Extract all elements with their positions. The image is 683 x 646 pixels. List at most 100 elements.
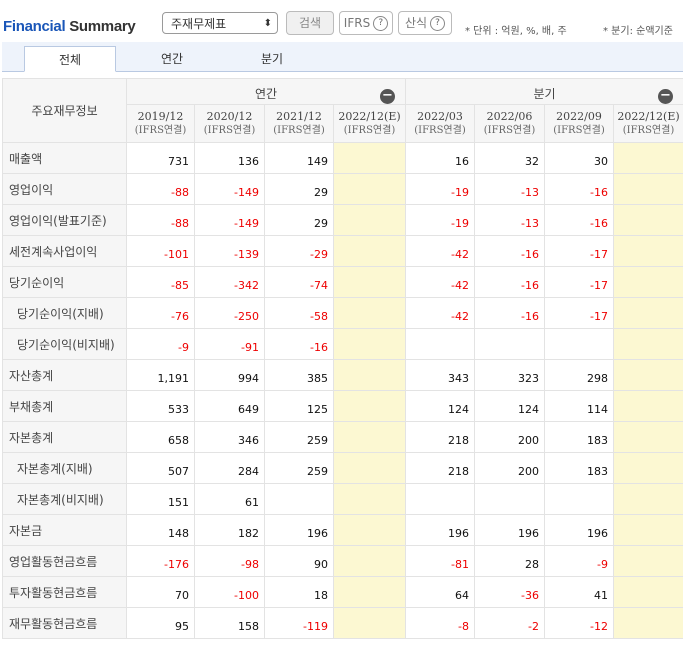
- table-cell: 30: [544, 142, 614, 174]
- table-row: 자본총계 658 346 259 218 200 183: [2, 421, 683, 453]
- toolbar: Financial Summary 주재무제표 ⬍ 검색 IFRS? 산식? *…: [0, 0, 683, 42]
- row-label: 자본총계(지배): [2, 452, 127, 484]
- table-cell: 196: [474, 514, 545, 546]
- table-row: 부채총계 533 649 125 124 124 114: [2, 390, 683, 422]
- table-cell: 16: [405, 142, 475, 174]
- table-cell: 29: [264, 173, 334, 205]
- collapse-annual-icon[interactable]: −: [380, 89, 395, 104]
- brand-summary: Summary: [65, 18, 136, 35]
- row-label: 영업이익: [2, 173, 127, 205]
- table-cell: 124: [474, 390, 545, 422]
- table-cell: -17: [544, 297, 614, 329]
- table-cell: -36: [474, 576, 545, 608]
- row-label: 영업이익(발표기준): [2, 204, 127, 236]
- table-cell: -16: [544, 204, 614, 236]
- period-header: 2019/12 (IFRS연결): [126, 104, 195, 143]
- period-date: 2019/12: [137, 109, 184, 123]
- table-cell: 136: [194, 142, 265, 174]
- period-header: 2022/09 (IFRS연결): [544, 104, 614, 143]
- table-cell: [474, 328, 545, 360]
- search-button[interactable]: 검색: [286, 11, 334, 35]
- period-date: 2022/06: [486, 109, 533, 123]
- table-cell: 183: [544, 421, 614, 453]
- table-cell: 218: [405, 421, 475, 453]
- table-cell: 183: [544, 452, 614, 484]
- table-cell: [333, 390, 406, 422]
- table-cell: -176: [126, 545, 195, 577]
- statement-type-select[interactable]: 주재무제표 ⬍: [162, 12, 278, 34]
- row-label: 투자활동현금흐름: [2, 576, 127, 608]
- table-cell: 124: [405, 390, 475, 422]
- tab-all[interactable]: 전체: [24, 46, 116, 72]
- table-cell: -16: [474, 266, 545, 298]
- table-row: 영업이익 -88 -149 29 -19 -13 -16: [2, 173, 683, 205]
- table-cell: 114: [544, 390, 614, 422]
- quarter-group-label: 분기: [533, 87, 556, 101]
- ifrs-help-button[interactable]: IFRS?: [339, 11, 393, 35]
- table-cell: [613, 204, 683, 236]
- table-cell: 731: [126, 142, 195, 174]
- table-cell: -19: [405, 173, 475, 205]
- table-cell: [405, 328, 475, 360]
- table-cell: -88: [126, 204, 195, 236]
- table-cell: 61: [194, 483, 265, 515]
- table-cell: 182: [194, 514, 265, 546]
- period-date: 2022/03: [417, 109, 463, 123]
- row-label: 재무활동현금흐름: [2, 607, 127, 639]
- table-cell: 90: [264, 545, 334, 577]
- table-cell: -16: [544, 173, 614, 205]
- table-cell: -42: [405, 297, 475, 329]
- table-cell: 200: [474, 452, 545, 484]
- table-row: 투자활동현금흐름 70 -100 18 64 -36 41: [2, 576, 683, 608]
- table-cell: -119: [264, 607, 334, 639]
- table-cell: 994: [194, 359, 265, 391]
- table-cell: [333, 173, 406, 205]
- table-cell: 196: [544, 514, 614, 546]
- table-cell: -42: [405, 266, 475, 298]
- table-cell: -2: [474, 607, 545, 639]
- table-row: 자본금 148 182 196 196 196 196: [2, 514, 683, 546]
- table-cell: -342: [194, 266, 265, 298]
- table-row: 재무활동현금흐름 95 158 -119 -8 -2 -12: [2, 607, 683, 639]
- table-cell: 658: [126, 421, 195, 453]
- statement-type-value: 주재무제표: [171, 17, 227, 31]
- table-cell: [613, 390, 683, 422]
- period-basis: (IFRS연결): [553, 124, 605, 136]
- table-row: 영업이익(발표기준) -88 -149 29 -19 -13 -16: [2, 204, 683, 236]
- table-cell: [333, 452, 406, 484]
- row-label: 매출액: [2, 142, 127, 174]
- period-header: 2022/12(E) (IFRS연결): [613, 104, 683, 143]
- period-header: 2022/12(E) (IFRS연결): [333, 104, 406, 143]
- table-cell: -17: [544, 235, 614, 267]
- period-header: 2022/03 (IFRS연결): [405, 104, 475, 143]
- table-cell: [613, 607, 683, 639]
- tab-annual[interactable]: 연간: [126, 46, 218, 72]
- table-cell: [333, 142, 406, 174]
- unit-note: * 단위 : 억원, %, 배, 주: [465, 26, 567, 37]
- formula-help-button[interactable]: 산식?: [398, 11, 452, 35]
- table-cell: [333, 576, 406, 608]
- table-row: 당기순이익 -85 -342 -74 -42 -16 -17: [2, 266, 683, 298]
- table-row: 매출액 731 136 149 16 32 30: [2, 142, 683, 174]
- row-label: 자본금: [2, 514, 127, 546]
- period-basis: (IFRS연결): [273, 124, 325, 136]
- table-cell: [613, 235, 683, 267]
- period-basis: (IFRS연결): [343, 124, 396, 136]
- table-cell: [264, 483, 334, 515]
- table-cell: [613, 173, 683, 205]
- table-cell: -58: [264, 297, 334, 329]
- table-cell: 259: [264, 421, 334, 453]
- table-cell: [333, 328, 406, 360]
- collapse-quarter-icon[interactable]: −: [658, 89, 673, 104]
- table-cell: -12: [544, 607, 614, 639]
- table-cell: -85: [126, 266, 195, 298]
- tab-quarterly[interactable]: 분기: [226, 46, 318, 72]
- table-cell: -16: [264, 328, 334, 360]
- table-cell: [613, 266, 683, 298]
- table-cell: 200: [474, 421, 545, 453]
- financial-summary-table: 주요재무정보 연간 − 분기 − 2019/12 (IFRS연결) 2020/12(…: [2, 78, 683, 639]
- period-date: 2020/12: [206, 109, 253, 123]
- formula-label: 산식: [404, 16, 428, 30]
- period-basis: (IFRS연결): [134, 124, 187, 136]
- brand-financial: Financial: [3, 18, 66, 35]
